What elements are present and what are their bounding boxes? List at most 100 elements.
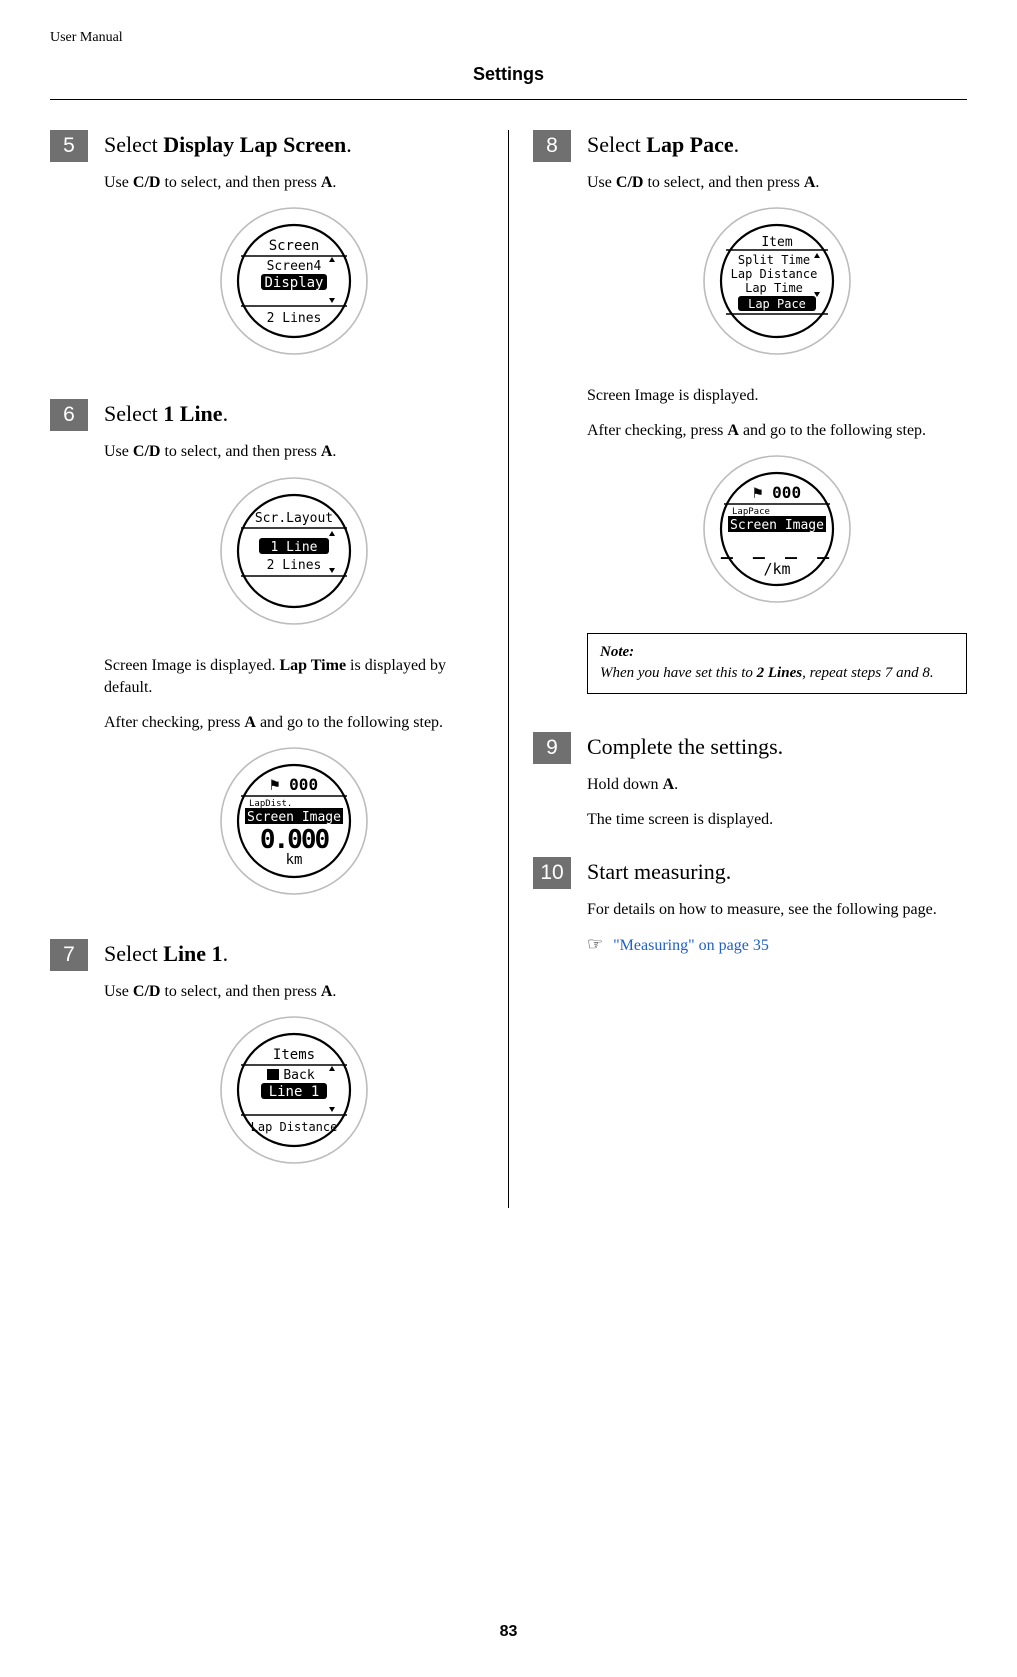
watch-text: Screen Image xyxy=(247,810,341,825)
cross-reference[interactable]: ☞ "Measuring" on page 35 xyxy=(587,934,967,955)
step-number: 9 xyxy=(533,732,571,764)
t: C/D xyxy=(133,174,161,191)
t: 2 Lines xyxy=(757,665,802,681)
title-bold: Line 1 xyxy=(163,941,222,966)
instruction-text: Use C/D to select, and then press A. xyxy=(587,172,967,194)
step-body: Select 1 Line. Use C/D to select, and th… xyxy=(104,399,484,925)
t: Use xyxy=(104,174,133,191)
watch-text: Lap Pace xyxy=(748,297,806,311)
watch-text: ⚑ 000 xyxy=(270,775,318,794)
t: , repeat steps 7 and 8. xyxy=(802,665,934,681)
watch-text: Lap Time xyxy=(745,281,803,295)
t: Screen Image is displayed. xyxy=(104,657,280,674)
note-box: Note: When you have set this to 2 Lines,… xyxy=(587,633,967,694)
step-title: Select Lap Pace. xyxy=(587,132,967,158)
t: to select, and then press xyxy=(160,174,320,191)
watch-text: Lap Distance xyxy=(251,1120,338,1134)
step-body: Select Lap Pace. Use C/D to select, and … xyxy=(587,130,967,718)
watch-icon: Items Back Line 1 Lap Distance xyxy=(219,1015,369,1165)
t: A xyxy=(663,776,675,793)
t: A xyxy=(321,983,333,1000)
t: Hold down xyxy=(587,776,663,793)
columns-container: 5 Select Display Lap Screen. Use C/D to … xyxy=(50,130,967,1208)
t: and go to the following step. xyxy=(739,422,926,439)
t: A xyxy=(321,174,333,191)
step-body: Complete the settings. Hold down A. The … xyxy=(587,732,967,843)
pointer-icon: ☞ xyxy=(587,934,603,955)
title-pre: Select xyxy=(104,132,163,157)
t: and go to the following step. xyxy=(256,714,443,731)
title-pre: Select xyxy=(104,941,163,966)
watch-text: 0.000 xyxy=(260,825,330,855)
body-text: After checking, press A and go to the fo… xyxy=(587,420,967,442)
watch-figure: Items Back Line 1 Lap Distance xyxy=(104,1015,484,1170)
watch-text: km xyxy=(286,852,303,868)
t: A xyxy=(804,174,816,191)
watch-text: 1 Line xyxy=(271,540,318,555)
step-title: Complete the settings. xyxy=(587,734,967,760)
step-title: Select 1 Line. xyxy=(104,401,484,427)
t: C/D xyxy=(133,983,161,1000)
watch-text: _ _ _ _ xyxy=(721,535,833,559)
t: . xyxy=(815,174,819,191)
watch-text: Line 1 xyxy=(269,1084,320,1100)
t: C/D xyxy=(616,174,644,191)
watch-icon: Screen Screen4 Display 2 Lines xyxy=(219,206,369,356)
t: C/D xyxy=(133,443,161,460)
t: A xyxy=(244,714,256,731)
t: Use xyxy=(104,983,133,1000)
t: After checking, press xyxy=(587,422,727,439)
watch-figure: Item Split Time Lap Distance Lap Time La… xyxy=(587,206,967,361)
body-text: For details on how to measure, see the f… xyxy=(587,899,967,921)
t: A xyxy=(727,422,739,439)
step-body: Select Display Lap Screen. Use C/D to se… xyxy=(104,130,484,385)
t: . xyxy=(674,776,678,793)
instruction-text: Use C/D to select, and then press A. xyxy=(104,172,484,194)
step-body: Start measuring. For details on how to m… xyxy=(587,857,967,954)
title-bold: 1 Line xyxy=(163,401,222,426)
watch-text: Scr.Layout xyxy=(255,511,333,526)
watch-text: /km xyxy=(763,560,790,578)
step-7: 7 Select Line 1. Use C/D to select, and … xyxy=(50,939,484,1194)
t: Use xyxy=(104,443,133,460)
step-5: 5 Select Display Lap Screen. Use C/D to … xyxy=(50,130,484,385)
left-column: 5 Select Display Lap Screen. Use C/D to … xyxy=(50,130,509,1208)
t: When you have set this to xyxy=(600,665,757,681)
watch-text: Split Time xyxy=(738,253,810,267)
body-text: Screen Image is displayed. Lap Time is d… xyxy=(104,655,484,700)
step-6: 6 Select 1 Line. Use C/D to select, and … xyxy=(50,399,484,925)
t: to select, and then press xyxy=(160,983,320,1000)
watch-icon: Item Split Time Lap Distance Lap Time La… xyxy=(702,206,852,356)
t: to select, and then press xyxy=(643,174,803,191)
title-post: . xyxy=(346,132,352,157)
watch-text: Items xyxy=(273,1047,315,1063)
body-text: Screen Image is displayed. xyxy=(587,385,967,407)
step-number: 6 xyxy=(50,399,88,431)
watch-figure: Screen Screen4 Display 2 Lines xyxy=(104,206,484,361)
watch-text: Screen xyxy=(269,238,320,254)
t: to select, and then press xyxy=(160,443,320,460)
step-number: 8 xyxy=(533,130,571,162)
right-column: 8 Select Lap Pace. Use C/D to select, an… xyxy=(509,130,967,1208)
step-9: 9 Complete the settings. Hold down A. Th… xyxy=(533,732,967,843)
t: Lap Time xyxy=(280,657,347,674)
reference-link[interactable]: "Measuring" on page 35 xyxy=(613,937,769,954)
step-title: Start measuring. xyxy=(587,859,967,885)
instruction-text: Use C/D to select, and then press A. xyxy=(104,441,484,463)
title-pre: Select xyxy=(587,132,646,157)
title-post: . xyxy=(223,401,229,426)
watch-text: 2 Lines xyxy=(267,558,322,573)
step-number: 7 xyxy=(50,939,88,971)
watch-figure: ⚑ 000 LapPace Screen Image _ _ _ _ /km xyxy=(587,454,967,609)
body-text: Hold down A. xyxy=(587,774,967,796)
page-number: 83 xyxy=(0,1623,1017,1641)
step-8: 8 Select Lap Pace. Use C/D to select, an… xyxy=(533,130,967,718)
step-body: Select Line 1. Use C/D to select, and th… xyxy=(104,939,484,1194)
watch-text: ⚑ 000 xyxy=(753,483,801,502)
watch-text: Screen4 xyxy=(267,259,322,274)
watch-icon: ⚑ 000 LapPace Screen Image _ _ _ _ /km xyxy=(702,454,852,604)
step-number: 5 xyxy=(50,130,88,162)
watch-text: Screen Image xyxy=(730,518,824,533)
body-text: The time screen is displayed. xyxy=(587,809,967,831)
watch-figure: ⚑ 000 LapDist. Screen Image 0.000 km xyxy=(104,746,484,901)
